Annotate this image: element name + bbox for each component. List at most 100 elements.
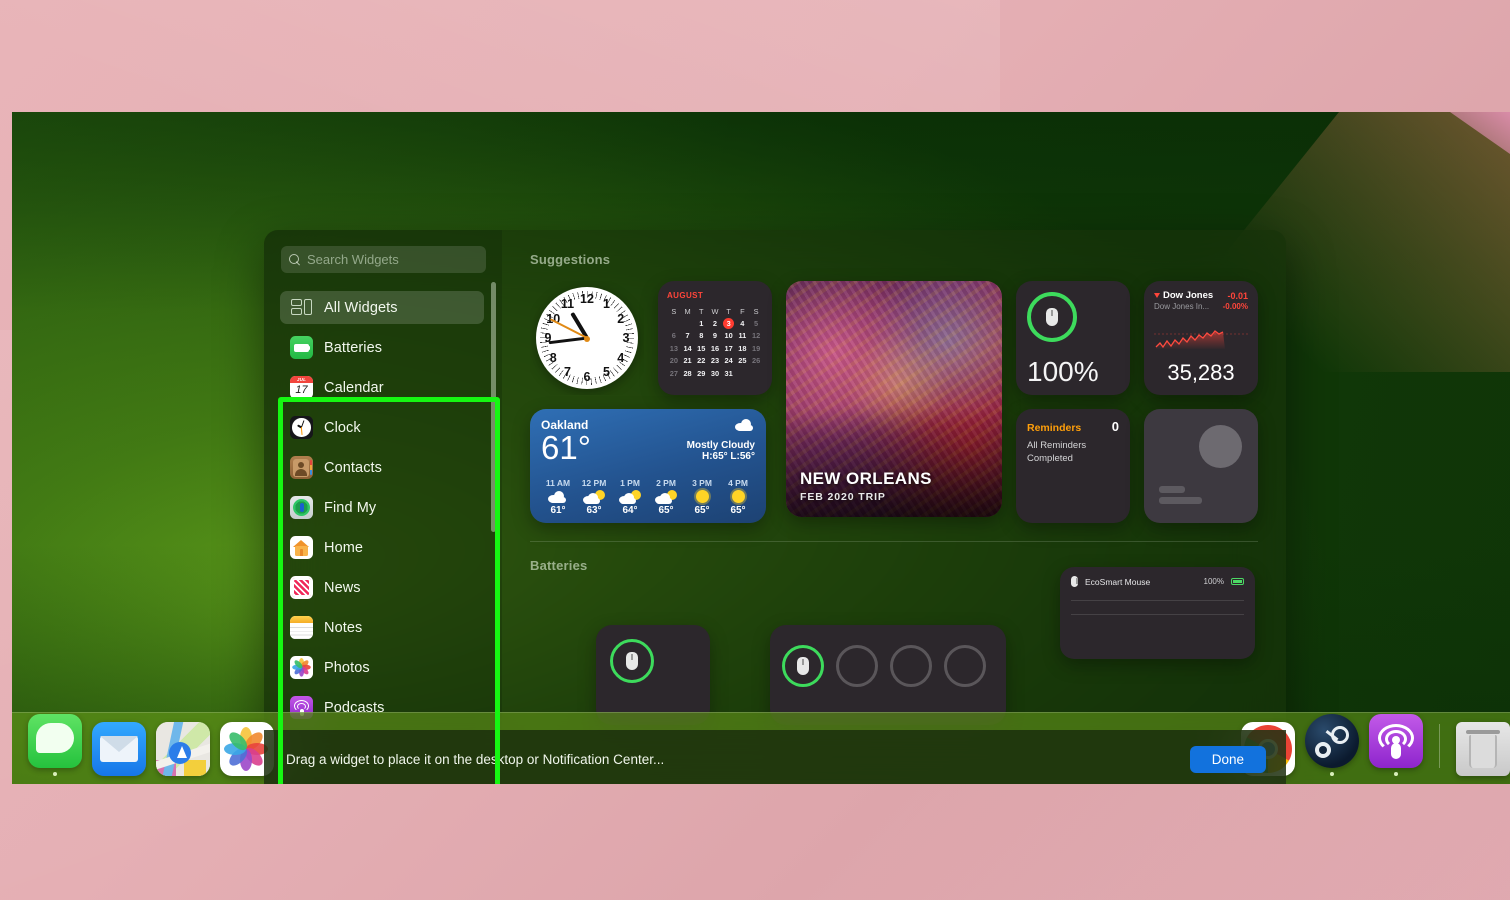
dock-item-trash[interactable]: [1456, 722, 1510, 776]
photo-subtitle: FEB 2020 TRIP: [800, 491, 932, 503]
widget-battery[interactable]: 100%: [1016, 281, 1130, 395]
weather-hour-time: 4 PM: [721, 478, 755, 488]
sidebar-item-contacts[interactable]: Contacts: [280, 451, 484, 484]
dock-left-group: [18, 714, 284, 776]
macos-desktop: All Widgets Batteries JUL 17 Calendar: [12, 112, 1510, 784]
sidebar-item-find-my[interactable]: Find My: [280, 491, 484, 524]
weather-hour-temp: 65°: [649, 505, 683, 516]
weather-condition-block: Mostly Cloudy H:65° L:56°: [687, 418, 755, 462]
search-input[interactable]: [307, 252, 478, 267]
widget-calendar[interactable]: AUGUST SMTWTFS 1234567891011121314151617…: [658, 281, 772, 395]
batteries-row: EcoSmart Mouse 100%: [530, 625, 1258, 725]
clock-number: 7: [561, 365, 575, 379]
calendar-icon-month: JUL: [290, 376, 313, 383]
stocks-sparkline: [1154, 327, 1248, 357]
find-my-app-icon: [290, 496, 313, 519]
sidebar-scroll-list[interactable]: All Widgets Batteries JUL 17 Calendar: [278, 285, 492, 755]
mail-dock-icon[interactable]: [92, 722, 146, 776]
clock-number: 4: [614, 351, 628, 365]
widget-contacts-placeholder[interactable]: [1144, 409, 1258, 523]
stocks-header: Dow Jones -0.01: [1154, 290, 1248, 301]
widget-battery-list[interactable]: EcoSmart Mouse 100%: [1060, 567, 1255, 659]
battery-list-row: EcoSmart Mouse 100%: [1071, 576, 1244, 587]
dock-item-messages[interactable]: [28, 714, 82, 776]
sidebar-item-all-widgets[interactable]: All Widgets: [280, 291, 484, 324]
calendar-day: 16: [708, 342, 722, 354]
dock-item-podcasts[interactable]: [1369, 714, 1423, 776]
clock-number: 8: [546, 351, 560, 365]
podcasts-dock-icon[interactable]: [1369, 714, 1423, 768]
steam-dock-icon[interactable]: [1305, 714, 1359, 768]
calendar-day: 14: [681, 342, 695, 354]
suggestion-subrow-1: 121234567891011 AUGUST SMTWTFS 12345678: [530, 281, 772, 395]
sidebar-item-calendar[interactable]: JUL 17 Calendar: [280, 371, 484, 404]
sidebar-item-label: Find My: [324, 500, 376, 516]
sidebar-item-label: News: [324, 580, 361, 596]
calendar-day: 2: [708, 317, 722, 329]
widget-photos[interactable]: NEW ORLEANS FEB 2020 TRIP: [786, 281, 1002, 517]
battery-ring: [1027, 292, 1077, 342]
calendar-week-row: 13141516171819: [667, 342, 763, 354]
widget-battery-medium[interactable]: [770, 625, 1006, 725]
messages-dock-icon[interactable]: [28, 714, 82, 768]
trash-dock-icon[interactable]: [1456, 722, 1510, 776]
done-button[interactable]: Done: [1190, 746, 1266, 773]
section-title-suggestions: Suggestions: [530, 252, 1258, 267]
sidebar-item-label: Calendar: [324, 380, 384, 396]
widget-clock[interactable]: 121234567891011: [530, 281, 644, 395]
dock-item-mail[interactable]: [92, 722, 146, 776]
sidebar-item-home[interactable]: Home: [280, 531, 484, 564]
widget-picker-hint-bar: Drag a widget to place it on the desktop…: [264, 730, 1286, 784]
partly-sunny-icon: [577, 488, 611, 505]
sidebar-item-news[interactable]: News: [280, 571, 484, 604]
calendar-day: [667, 317, 681, 329]
sidebar-item-label: Home: [324, 540, 363, 556]
sun-icon: [721, 488, 755, 505]
sidebar-scrollbar[interactable]: [491, 282, 496, 532]
calendar-day: 12: [749, 330, 763, 342]
sidebar-item-batteries[interactable]: Batteries: [280, 331, 484, 364]
battery-percent: 100%: [1027, 356, 1099, 388]
sidebar-item-notes[interactable]: Notes: [280, 611, 484, 644]
clock-number: 5: [600, 365, 614, 379]
maps-dock-icon[interactable]: [156, 722, 210, 776]
dock-item-maps[interactable]: [156, 722, 210, 776]
weather-hour-cell: 2 PM65°: [649, 478, 683, 516]
dock-item-steam[interactable]: [1305, 714, 1359, 776]
stocks-name: Dow Jones: [1163, 290, 1213, 301]
weather-hour-temp: 63°: [577, 505, 611, 516]
weather-hour-cell: 1 PM64°: [613, 478, 647, 516]
running-indicator-dot: [53, 772, 57, 776]
widget-stocks[interactable]: Dow Jones -0.01 Dow Jones In... -0.00%: [1144, 281, 1258, 395]
weather-hour-temp: 65°: [685, 505, 719, 516]
clock-center-pin: [584, 336, 590, 342]
calendar-week-row: 12345: [667, 317, 763, 329]
sidebar-item-clock[interactable]: Clock: [280, 411, 484, 444]
widget-battery-small[interactable]: [596, 625, 710, 725]
calendar-day: 30: [708, 367, 722, 379]
clock-number: 12: [580, 292, 594, 306]
weather-hour-time: 3 PM: [685, 478, 719, 488]
sidebar-item-photos[interactable]: Photos: [280, 651, 484, 684]
calendar-week-row: 20212223242526: [667, 355, 763, 367]
sidebar-item-label: Contacts: [324, 460, 382, 476]
widget-reminders[interactable]: Reminders 0 All Reminders Completed: [1016, 409, 1130, 523]
battery-device-percent: 100%: [1204, 577, 1224, 586]
calendar-day: 5: [749, 317, 763, 329]
calendar-day: 13: [667, 342, 681, 354]
sidebar-item-label: Photos: [324, 660, 370, 676]
search-widgets-field[interactable]: [281, 246, 486, 273]
weather-hour-cell: 12 PM63°: [577, 478, 611, 516]
reminders-count: 0: [1112, 419, 1119, 434]
stocks-name-block: Dow Jones: [1154, 290, 1213, 301]
notes-app-icon: [290, 616, 313, 639]
calendar-day: 18: [736, 342, 750, 354]
clock-number: 6: [580, 370, 594, 384]
hint-text: Drag a widget to place it on the desktop…: [286, 752, 664, 767]
widget-weather[interactable]: Oakland 61° Mostly Cloudy H:65° L:56° 11…: [530, 409, 766, 523]
mouse-icon: [797, 657, 809, 675]
news-app-icon: [290, 576, 313, 599]
running-indicator-dot: [1330, 772, 1334, 776]
calendar-app-icon: JUL 17: [290, 376, 313, 399]
clock-number: 11: [561, 297, 575, 311]
